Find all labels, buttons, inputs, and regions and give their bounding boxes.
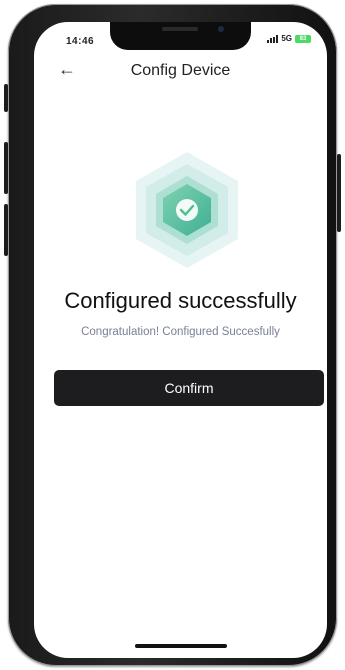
success-message: Congratulation! Configured Succesfully [81, 326, 280, 338]
app-screen: 14:46 5G 83 ← Config Device Configured s… [34, 22, 327, 658]
camera [218, 26, 224, 32]
network-type: 5G [281, 34, 292, 43]
success-headline: Configured successfully [64, 288, 297, 313]
silent-switch [4, 84, 8, 112]
phone-frame: 14:46 5G 83 ← Config Device Configured s… [4, 4, 341, 666]
check-circle-icon [136, 152, 238, 268]
volume-up-button [4, 142, 8, 194]
page-title: Config Device [130, 62, 231, 79]
battery-icon: 83 [295, 34, 311, 43]
status-time: 14:46 [66, 36, 95, 47]
notch [110, 22, 251, 50]
success-illustration [134, 150, 240, 270]
status-indicators: 5G 83 [267, 34, 311, 43]
signal-icon [267, 34, 279, 43]
confirm-button[interactable]: Confirm [54, 370, 324, 406]
home-indicator[interactable] [135, 644, 227, 648]
speaker [162, 27, 198, 31]
volume-down-button [4, 204, 8, 256]
power-button [337, 154, 341, 232]
